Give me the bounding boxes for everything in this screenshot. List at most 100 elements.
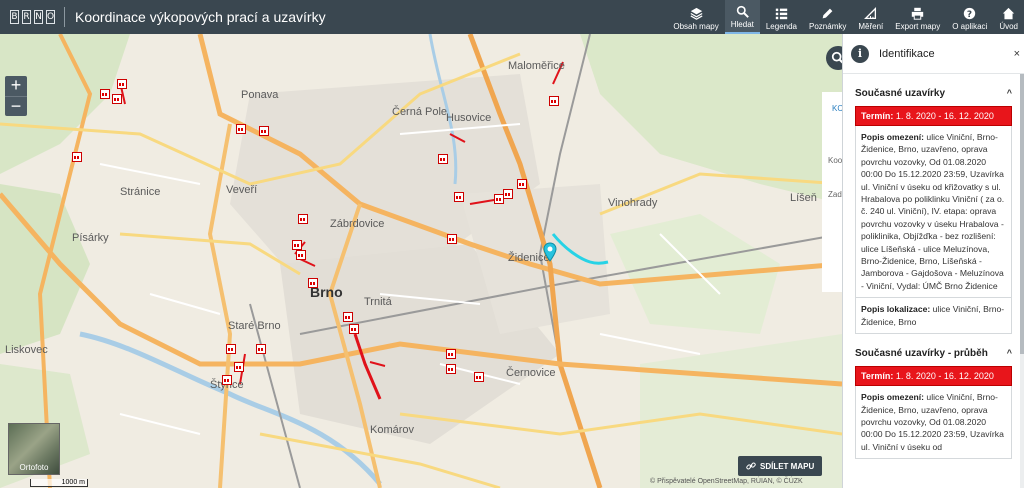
underlay-label: Zadi [828, 190, 842, 199]
search-panel-underlay: KC Kooi Zadi [822, 92, 842, 292]
term-bar: Termín: 1. 8. 2020 - 16. 12. 2020 [855, 366, 1012, 387]
layers-icon [690, 7, 703, 20]
closure-marker[interactable] [446, 349, 456, 359]
section-header[interactable]: Současné uzavírky ^ [855, 80, 1012, 106]
section-current-closures: Současné uzavírky ^ Termín: 1. 8. 2020 -… [843, 80, 1024, 335]
tool-about[interactable]: ? O aplikaci [946, 0, 993, 34]
underlay-tab: KC [832, 104, 842, 113]
closure-marker[interactable] [234, 362, 244, 372]
closure-marker[interactable] [256, 344, 266, 354]
location-label: Popis lokalizace: [861, 304, 931, 315]
close-icon[interactable]: × [1014, 48, 1020, 60]
closure-marker[interactable] [503, 189, 513, 199]
closure-marker[interactable] [454, 192, 464, 202]
tool-home[interactable]: Úvod [993, 0, 1024, 34]
map-label-stare-brno: Staré Brno [228, 320, 281, 332]
closure-marker[interactable] [100, 89, 110, 99]
printer-icon [912, 7, 924, 20]
zoom-control: + − [5, 76, 27, 116]
tool-export[interactable]: Export mapy [889, 0, 946, 34]
panel-scrollbar-thumb[interactable] [1020, 74, 1024, 354]
closure-marker[interactable] [446, 364, 456, 374]
tool-notes[interactable]: Poznámky [803, 0, 852, 34]
closure-marker[interactable] [259, 126, 269, 136]
closure-marker[interactable] [236, 124, 246, 134]
description-label: Popis omezení: [861, 392, 925, 403]
closure-marker[interactable] [298, 214, 308, 224]
term-bar: Termín: 1. 8. 2020 - 16. 12. 2020 [855, 106, 1012, 126]
link-icon [746, 462, 756, 470]
tool-legend[interactable]: Legenda [760, 0, 803, 34]
zoom-in-button[interactable]: + [5, 76, 27, 96]
map-canvas[interactable]: Maloměřice Ponava Černá Pole Husovice St… [0, 34, 842, 488]
section-current-closures-progress: Současné uzavírky - průběh ^ Termín: 1. … [843, 340, 1024, 460]
tool-measure[interactable]: Měření [852, 0, 889, 34]
closure-marker[interactable] [222, 375, 232, 385]
closure-marker[interactable] [292, 240, 302, 250]
map-label-cerna-pole: Černá Pole [392, 106, 448, 118]
tool-label: Poznámky [809, 22, 847, 31]
term-value: 1. 8. 2020 - 16. 12. 2020 [895, 111, 994, 121]
closure-description: Popis omezení: ulice Viniční, Brno-Židen… [855, 126, 1012, 299]
tool-map-content[interactable]: Obsah mapy [667, 0, 724, 34]
map-label-veveri: Veveří [226, 184, 258, 196]
closure-marker[interactable] [438, 154, 448, 164]
closure-description: Popis omezení: ulice Viniční, Brno-Židen… [855, 386, 1012, 460]
section-header[interactable]: Současné uzavírky - průběh ^ [855, 340, 1012, 366]
list-icon [775, 8, 788, 20]
ruler-icon [864, 7, 877, 20]
closure-marker[interactable] [308, 278, 318, 288]
tool-search[interactable]: Hledat [724, 0, 760, 34]
closure-marker[interactable] [343, 312, 353, 322]
home-icon [1002, 7, 1015, 20]
closure-marker[interactable] [226, 344, 236, 354]
brno-logo[interactable]: B R N O [0, 0, 58, 34]
logo-letter-n: N [34, 10, 43, 24]
underlay-label: Kooi [828, 156, 842, 165]
header-divider [64, 7, 65, 27]
closure-marker[interactable] [494, 194, 504, 204]
map-label-zabrdovice: Zábrdovice [330, 218, 385, 230]
chevron-up-icon[interactable]: ^ [1007, 348, 1012, 358]
zoom-out-button[interactable]: − [5, 96, 27, 116]
tool-label: Měření [858, 22, 884, 31]
tool-label: O aplikaci [952, 22, 988, 31]
closure-marker[interactable] [517, 179, 527, 189]
map-label-vinohrady: Vinohrady [608, 197, 658, 209]
tool-label: Export mapy [895, 22, 941, 31]
map-label-trnita: Trnitá [364, 296, 392, 308]
svg-text:?: ? [967, 10, 972, 20]
chevron-up-icon[interactable]: ^ [1007, 88, 1012, 98]
share-map-button[interactable]: SDÍLET MAPU [738, 456, 823, 476]
pencil-icon [822, 8, 833, 19]
tool-label: Obsah mapy [673, 22, 719, 31]
closure-marker[interactable] [474, 372, 484, 382]
share-map-label: SDÍLET MAPU [760, 461, 815, 471]
tool-label: Hledat [730, 20, 754, 29]
map-label-ponava: Ponava [241, 89, 279, 101]
term-label: Termín: [861, 371, 894, 382]
closure-marker[interactable] [447, 234, 457, 244]
map-label-cernovice: Černovice [506, 367, 556, 379]
section-title: Současné uzavírky [855, 87, 946, 99]
closure-marker[interactable] [549, 96, 559, 106]
map-label-malomerice: Maloměřice [508, 60, 565, 72]
closure-marker[interactable] [112, 94, 122, 104]
map-label-liskovec: Liskovec [5, 344, 48, 356]
closure-location: Popis lokalizace: ulice Viniční, Brno-Ži… [855, 298, 1012, 335]
closure-marker[interactable] [117, 79, 127, 89]
description-text: ulice Viniční, Brno-Židenice, Brno, uzav… [861, 132, 1005, 291]
info-icon: i [851, 44, 869, 63]
location-pin-icon[interactable] [543, 242, 557, 262]
closure-marker[interactable] [349, 324, 359, 334]
map-label-komarov: Komárov [370, 424, 415, 436]
map-label-lisen: Líšeň [790, 192, 817, 204]
help-icon: ? [964, 7, 976, 20]
map-attribution: © Přispěvatelé OpenStreetMap, RÚIAN, © Č… [650, 478, 803, 485]
map-label-pisarky: Písárky [72, 232, 109, 244]
closure-marker[interactable] [296, 250, 306, 260]
section-title: Současné uzavírky - průběh [855, 347, 988, 359]
logo-letter-r: R [22, 10, 31, 24]
closure-marker[interactable] [72, 152, 82, 162]
ortofoto-basemap-switch[interactable]: Ortofoto [8, 423, 60, 475]
